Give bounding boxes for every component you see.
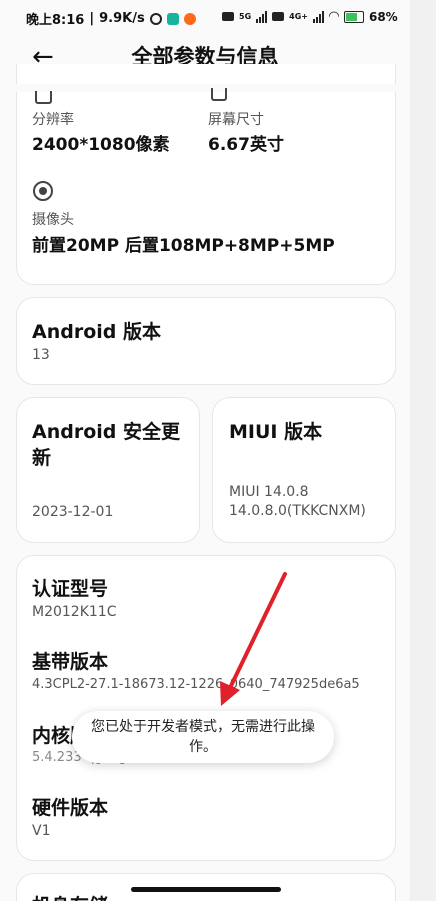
phone-screen: 晚上8:16 | 9.9K/s 5G 4G+ ◠ 68% ← 全部参数与信息 分… <box>0 0 410 901</box>
right-margin <box>410 0 436 901</box>
annotation-arrow-icon <box>220 572 287 706</box>
home-indicator[interactable] <box>131 887 281 892</box>
